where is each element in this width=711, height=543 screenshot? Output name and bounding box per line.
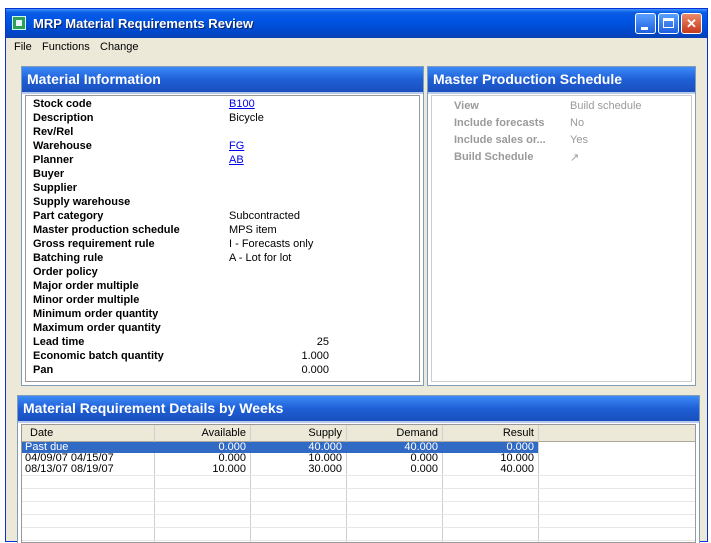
- menu-change[interactable]: Change: [100, 41, 139, 53]
- field-label: Planner: [33, 154, 74, 166]
- field-label: Lead time: [33, 336, 85, 348]
- field-label: Stock code: [33, 98, 92, 110]
- grid-line: [22, 527, 695, 528]
- field-label: Buyer: [33, 168, 65, 180]
- close-icon: ✕: [686, 16, 697, 31]
- grid-line: [22, 514, 695, 515]
- grid-line: [22, 475, 695, 476]
- minimize-button[interactable]: [635, 13, 656, 34]
- field-value: Subcontracted: [229, 210, 300, 222]
- menu-file[interactable]: File: [14, 41, 32, 53]
- field-value: MPS item: [229, 224, 277, 236]
- material-requirement-details-panel: Material Requirement Details by Weeks Da…: [17, 395, 700, 543]
- maximize-button[interactable]: [658, 13, 679, 34]
- field-value: Bicycle: [229, 112, 264, 124]
- app-icon: [12, 16, 26, 30]
- app-window: MRP Material Requirements Review ✕ File …: [5, 8, 708, 543]
- grid-line: [22, 488, 695, 489]
- title-bar[interactable]: MRP Material Requirements Review ✕: [6, 9, 707, 38]
- mps-label: Include sales or...: [454, 134, 546, 146]
- field-link[interactable]: AB: [229, 154, 244, 166]
- menu-functions[interactable]: Functions: [42, 41, 90, 53]
- column-separator[interactable]: [538, 425, 539, 542]
- build-schedule-arrow-icon[interactable]: ↗: [570, 151, 579, 164]
- field-link[interactable]: B100: [229, 98, 255, 110]
- column-header[interactable]: Demand: [348, 427, 438, 439]
- grid-line: [22, 540, 695, 541]
- column-header[interactable]: Date: [30, 427, 53, 439]
- table-cell: 08/13/07 08/19/07: [25, 463, 114, 475]
- field-label: Rev/Rel: [33, 126, 74, 138]
- material-information-panel: Material Information Stock code B100 Descr…: [21, 66, 424, 386]
- master-production-schedule-panel: Master Production Schedule View Build sch…: [427, 66, 696, 386]
- material-requirement-details-header: Material Requirement Details by Weeks: [18, 396, 699, 423]
- mps-label: Build Schedule: [454, 151, 534, 163]
- maximize-icon: [663, 18, 674, 28]
- field-label: Pan: [33, 364, 54, 376]
- master-production-schedule-body: View Build schedule Include forecasts No Inc…: [431, 95, 692, 382]
- field-label: Supply warehouse: [33, 196, 131, 208]
- mps-value: Yes: [570, 134, 588, 146]
- field-value: A - Lot for lot: [229, 252, 292, 264]
- field-value: 1.000: [301, 350, 329, 362]
- mps-label: Include forecasts: [454, 117, 545, 129]
- table-cell: 10.000: [212, 463, 246, 475]
- field-value: 0.000: [301, 364, 329, 376]
- field-label: Supplier: [33, 182, 78, 194]
- table-cell: 0.000: [410, 463, 438, 475]
- column-header[interactable]: Supply: [252, 427, 342, 439]
- mps-value: No: [570, 117, 585, 129]
- column-header[interactable]: Result: [444, 427, 534, 439]
- window-title: MRP Material Requirements Review: [33, 16, 254, 31]
- field-value: I - Forecasts only: [229, 238, 314, 250]
- close-button[interactable]: ✕: [681, 13, 702, 34]
- table-cell: 30.000: [308, 463, 342, 475]
- material-information-header: Material Information: [22, 67, 423, 94]
- field-label: Master production schedule: [33, 224, 180, 236]
- field-value: 25: [316, 336, 329, 348]
- menu-bar: File Functions Change: [6, 38, 707, 56]
- mps-value: Build schedule: [570, 100, 642, 112]
- details-grid[interactable]: Date Available Supply Demand Result Past due…: [21, 424, 696, 543]
- field-label: Description: [33, 112, 94, 124]
- field-label: Economic batch quantity: [33, 350, 164, 362]
- field-label: Order policy: [33, 266, 98, 278]
- field-label: Batching rule: [33, 252, 104, 264]
- field-label: Minor order multiple: [33, 294, 140, 306]
- table-cell: 40.000: [500, 463, 534, 475]
- table-row[interactable]: 08/13/07 08/19/07 10.000 30.000 0.000 40.000: [22, 464, 538, 475]
- master-production-schedule-header: Master Production Schedule: [428, 67, 695, 94]
- field-label: Minimum order quantity: [33, 308, 159, 320]
- field-label: Major order multiple: [33, 280, 139, 292]
- field-label: Part category: [33, 210, 104, 222]
- field-label: Maximum order quantity: [33, 322, 161, 334]
- column-header[interactable]: Available: [156, 427, 246, 439]
- field-label: Gross requirement rule: [33, 238, 155, 250]
- material-information-body: Stock code B100 Description Bicycle Rev/Rel W…: [25, 95, 420, 382]
- field-label: Warehouse: [33, 140, 92, 152]
- details-grid-header: Date Available Supply Demand Result: [22, 425, 695, 442]
- field-link[interactable]: FG: [229, 140, 244, 152]
- minimize-icon: [641, 27, 648, 30]
- grid-line: [22, 501, 695, 502]
- mps-label: View: [454, 100, 479, 112]
